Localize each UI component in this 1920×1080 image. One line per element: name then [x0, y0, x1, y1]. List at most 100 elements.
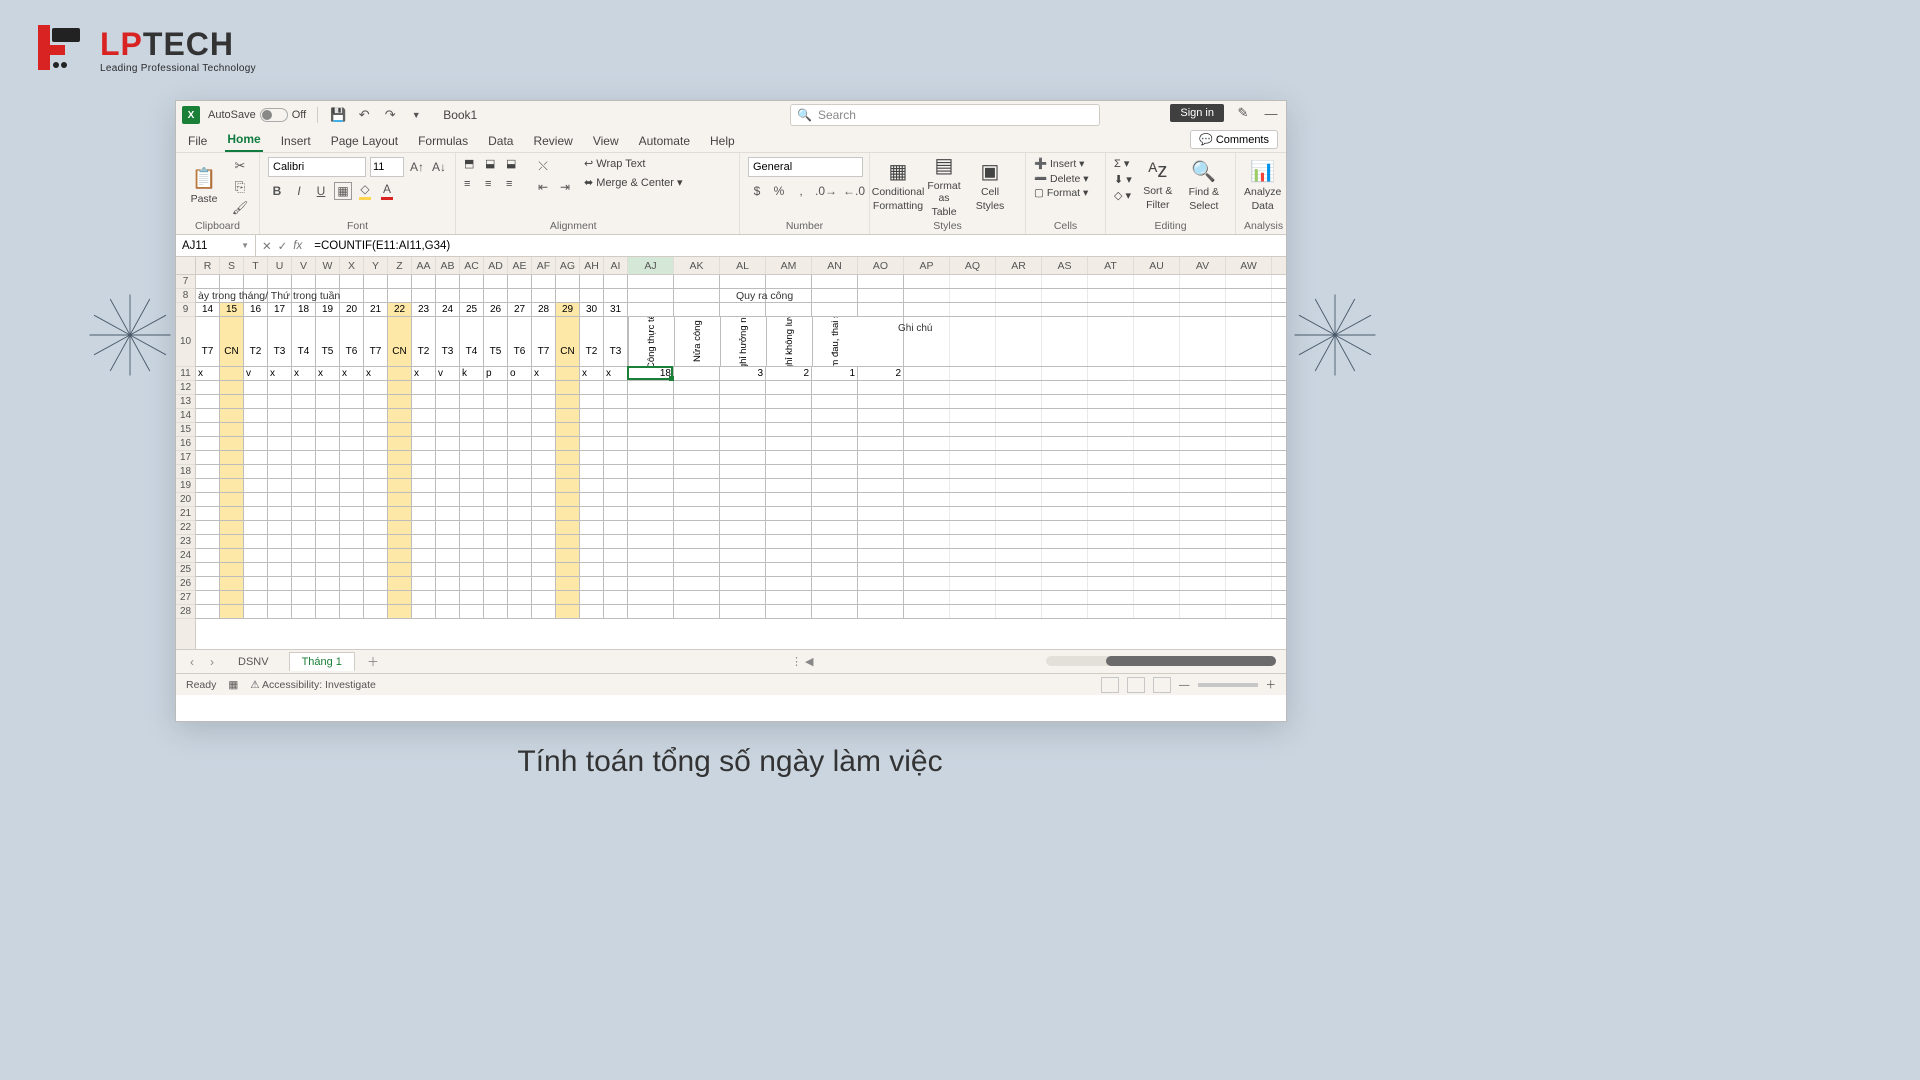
col-header-R[interactable]: R: [196, 257, 220, 274]
col-header-AF[interactable]: AF: [532, 257, 556, 274]
find-select-button[interactable]: 🔍Find &Select: [1184, 157, 1224, 213]
underline-button[interactable]: U: [312, 182, 330, 200]
font-name-select[interactable]: [268, 157, 366, 177]
format-as-table-button[interactable]: ▤Format asTable: [924, 157, 964, 213]
decrease-font-icon[interactable]: A↓: [430, 158, 448, 176]
increase-font-icon[interactable]: A↑: [408, 158, 426, 176]
view-page-break-icon[interactable]: [1153, 677, 1171, 693]
autosave-toggle[interactable]: AutoSave Off: [208, 108, 306, 122]
col-header-S[interactable]: S: [220, 257, 244, 274]
tab-help[interactable]: Help: [708, 130, 737, 152]
row-header-12[interactable]: 12: [176, 381, 195, 395]
orientation-icon[interactable]: ⤬: [534, 157, 552, 175]
qat-dropdown-icon[interactable]: ▼: [407, 106, 425, 124]
fx-icon[interactable]: fx: [293, 240, 302, 252]
sheet-tab-thang1[interactable]: Tháng 1: [289, 652, 355, 671]
signin-button[interactable]: Sign in: [1170, 104, 1224, 122]
col-header-AA[interactable]: AA: [412, 257, 436, 274]
tab-insert[interactable]: Insert: [279, 130, 313, 152]
col-header-X[interactable]: X: [340, 257, 364, 274]
align-right-icon[interactable]: ≡: [506, 178, 524, 196]
zoom-out-icon[interactable]: —: [1179, 679, 1190, 691]
col-header-AE[interactable]: AE: [508, 257, 532, 274]
align-top-icon[interactable]: ⬒: [464, 157, 482, 175]
col-header-AS[interactable]: AS: [1042, 257, 1088, 274]
insert-cells-button[interactable]: ➕ Insert ▾: [1034, 157, 1084, 170]
col-header-AT[interactable]: AT: [1088, 257, 1134, 274]
col-header-AL[interactable]: AL: [720, 257, 766, 274]
tab-home[interactable]: Home: [225, 128, 262, 152]
fill-icon[interactable]: ⬇ ▾: [1114, 173, 1132, 186]
row-header-8[interactable]: 8: [176, 289, 195, 303]
col-header-AD[interactable]: AD: [484, 257, 508, 274]
accessibility-status[interactable]: ⚠ Accessibility: Investigate: [250, 679, 376, 691]
col-header-AI[interactable]: AI: [604, 257, 628, 274]
undo-icon[interactable]: ↶: [355, 106, 373, 124]
format-cells-button[interactable]: ▢ Format ▾: [1034, 187, 1088, 199]
row-header-21[interactable]: 21: [176, 507, 195, 521]
pen-icon[interactable]: ✎: [1234, 104, 1252, 122]
row-header-19[interactable]: 19: [176, 479, 195, 493]
cancel-formula-icon[interactable]: ✕: [262, 239, 272, 253]
clear-icon[interactable]: ◇ ▾: [1114, 189, 1132, 202]
tab-review[interactable]: Review: [531, 130, 574, 152]
col-header-T[interactable]: T: [244, 257, 268, 274]
row-header-18[interactable]: 18: [176, 465, 195, 479]
col-header-AB[interactable]: AB: [436, 257, 460, 274]
horizontal-scrollbar[interactable]: [1046, 656, 1276, 666]
save-icon[interactable]: 💾: [329, 106, 347, 124]
col-header-AH[interactable]: AH: [580, 257, 604, 274]
redo-icon[interactable]: ↷: [381, 106, 399, 124]
col-header-AG[interactable]: AG: [556, 257, 580, 274]
row-header-7[interactable]: 7: [176, 275, 195, 289]
borders-button[interactable]: ▦: [334, 182, 352, 200]
tab-automate[interactable]: Automate: [637, 130, 692, 152]
row-header-23[interactable]: 23: [176, 535, 195, 549]
col-header-AJ[interactable]: AJ: [628, 257, 674, 274]
sheet-tab-dsnv[interactable]: DSNV: [226, 653, 281, 671]
bold-button[interactable]: B: [268, 182, 286, 200]
sort-filter-button[interactable]: ᴬᴢSort &Filter: [1138, 157, 1178, 213]
number-format-select[interactable]: [748, 157, 863, 177]
tab-formulas[interactable]: Formulas: [416, 130, 470, 152]
align-center-icon[interactable]: ≡: [485, 178, 503, 196]
row-header-14[interactable]: 14: [176, 409, 195, 423]
col-header-U[interactable]: U: [268, 257, 292, 274]
increase-indent-icon[interactable]: ⇥: [556, 178, 574, 196]
col-header-AM[interactable]: AM: [766, 257, 812, 274]
analyze-data-button[interactable]: 📊AnalyzeData: [1244, 157, 1281, 213]
increase-decimal-icon[interactable]: .0→: [814, 182, 838, 200]
add-sheet-icon[interactable]: ＋: [363, 653, 383, 670]
col-header-AW[interactable]: AW: [1226, 257, 1272, 274]
row-header-15[interactable]: 15: [176, 423, 195, 437]
tab-page-layout[interactable]: Page Layout: [329, 130, 400, 152]
row-header-27[interactable]: 27: [176, 591, 195, 605]
decrease-indent-icon[interactable]: ⇤: [534, 178, 552, 196]
row-header-20[interactable]: 20: [176, 493, 195, 507]
spreadsheet-grid[interactable]: RSTUVWXYZAAABACADAEAFAGAHAIAJAKALAMANAOA…: [176, 257, 1286, 649]
row-header-9[interactable]: 9: [176, 303, 195, 317]
row-header-28[interactable]: 28: [176, 605, 195, 619]
align-left-icon[interactable]: ≡: [464, 178, 482, 196]
minimize-icon[interactable]: —: [1262, 104, 1280, 122]
fill-color-button[interactable]: ◇: [356, 182, 374, 200]
cut-icon[interactable]: ✂: [230, 157, 250, 175]
merge-center-button[interactable]: ⬌ Merge & Center ▾: [584, 176, 683, 189]
name-box[interactable]: AJ11▼: [176, 235, 256, 256]
tab-view[interactable]: View: [591, 130, 621, 152]
wrap-text-button[interactable]: ↩ Wrap Text: [584, 157, 683, 170]
row-header-10[interactable]: 10: [176, 317, 195, 367]
comma-icon[interactable]: ,: [792, 182, 810, 200]
align-middle-icon[interactable]: ⬓: [485, 157, 503, 175]
col-header-V[interactable]: V: [292, 257, 316, 274]
col-header-AV[interactable]: AV: [1180, 257, 1226, 274]
font-color-button[interactable]: A: [378, 182, 396, 200]
autosum-icon[interactable]: Σ ▾: [1114, 157, 1132, 170]
sheet-prev-icon[interactable]: ‹: [186, 655, 198, 669]
font-size-select[interactable]: [370, 157, 404, 177]
col-header-AR[interactable]: AR: [996, 257, 1042, 274]
col-header-AP[interactable]: AP: [904, 257, 950, 274]
row-header-17[interactable]: 17: [176, 451, 195, 465]
paste-button[interactable]: 📋Paste: [184, 157, 224, 213]
row-header-25[interactable]: 25: [176, 563, 195, 577]
